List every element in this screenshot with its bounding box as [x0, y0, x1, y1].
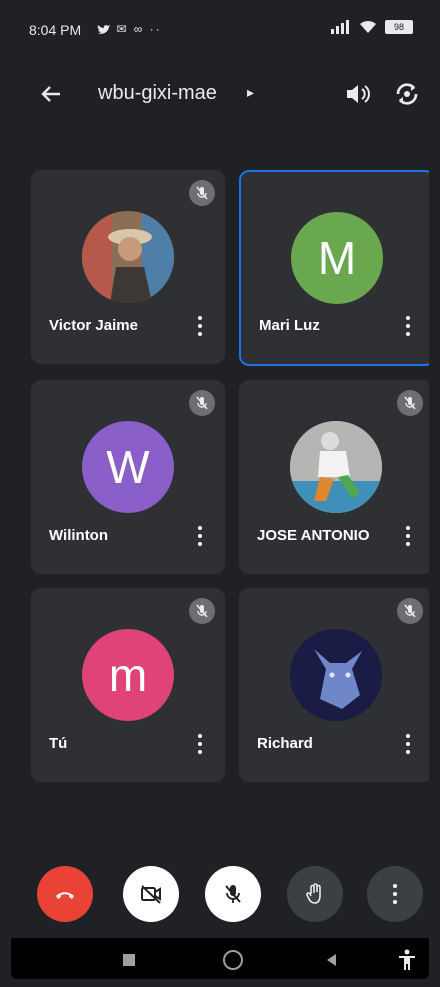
mic-off-icon: [397, 390, 423, 416]
wifi-icon: [360, 20, 376, 33]
participant-name: Victor Jaime: [49, 317, 138, 334]
accessibility-icon[interactable]: [395, 948, 419, 972]
avatar-photo: [290, 629, 382, 721]
participant-name: Mari Luz: [259, 317, 320, 334]
participant-name: Tú: [49, 735, 68, 752]
raise-hand-button[interactable]: [287, 866, 343, 922]
back-arrow-icon[interactable]: [35, 78, 67, 110]
more-options-icon[interactable]: [405, 316, 411, 336]
participant-name: Wilinton: [49, 527, 109, 544]
participant-tile[interactable]: Richard: [239, 588, 429, 782]
status-right: 98: [331, 20, 413, 34]
mic-off-icon: [225, 885, 241, 903]
avatar-photo: [290, 421, 382, 513]
status-time: 8:04 PM: [29, 22, 82, 38]
switch-camera-icon[interactable]: [391, 78, 423, 110]
participant-tile[interactable]: Victor Jaime: [31, 170, 225, 364]
more-options-icon[interactable]: [197, 526, 203, 546]
phone-hangup-icon: [56, 892, 74, 899]
more-options-button[interactable]: [367, 866, 423, 922]
participant-tile[interactable]: m Tú: [31, 588, 225, 782]
participant-tile[interactable]: M Mari Luz: [239, 170, 429, 366]
notification-icons: ✉ ∞ ··: [97, 22, 162, 36]
system-nav-bar: [11, 938, 429, 979]
speaker-icon[interactable]: [341, 78, 373, 110]
mic-off-icon: [189, 598, 215, 624]
avatar-photo: [82, 211, 174, 303]
mic-off-icon: [189, 390, 215, 416]
avatar-letter: M: [291, 212, 383, 304]
more-options-icon[interactable]: [197, 734, 203, 754]
back-nav-icon[interactable]: [319, 948, 343, 972]
mic-toggle-button[interactable]: [205, 866, 261, 922]
mic-off-icon: [397, 598, 423, 624]
call-controls: [11, 866, 429, 926]
participant-name: Richard: [257, 735, 313, 752]
status-bar: 8:04 PM ✉ ∞ ·· 98: [11, 8, 429, 52]
caret-right-icon[interactable]: ▸: [247, 84, 254, 101]
twitter-icon: [97, 24, 110, 34]
participant-tile[interactable]: W Wilinton: [31, 380, 225, 574]
home-icon[interactable]: [221, 948, 245, 972]
more-options-icon[interactable]: [405, 734, 411, 754]
meeting-code-title[interactable]: wbu-gixi-mae: [98, 82, 217, 105]
phone-screen: 8:04 PM ✉ ∞ ·· 98 wbu-gixi-mae ▸ Victor …: [11, 8, 429, 979]
recents-icon[interactable]: [117, 948, 141, 972]
mic-off-icon: [189, 180, 215, 206]
end-call-button[interactable]: [37, 866, 93, 922]
more-options-icon[interactable]: [197, 316, 203, 336]
avatar-letter: m: [82, 629, 174, 721]
notification-text: ✉ ∞ ··: [116, 22, 162, 36]
top-bar: wbu-gixi-mae ▸: [11, 64, 429, 120]
camera-toggle-button[interactable]: [123, 866, 179, 922]
more-vert-icon: [392, 884, 398, 904]
battery-icon: 98: [385, 20, 413, 34]
more-options-icon[interactable]: [405, 526, 411, 546]
video-off-icon: [141, 885, 161, 904]
signal-icon: [331, 20, 351, 34]
avatar-letter: W: [82, 421, 174, 513]
hand-icon: [306, 883, 321, 904]
participant-tile[interactable]: JOSE ANTONIO: [239, 380, 429, 574]
participant-name: JOSE ANTONIO: [257, 527, 370, 544]
